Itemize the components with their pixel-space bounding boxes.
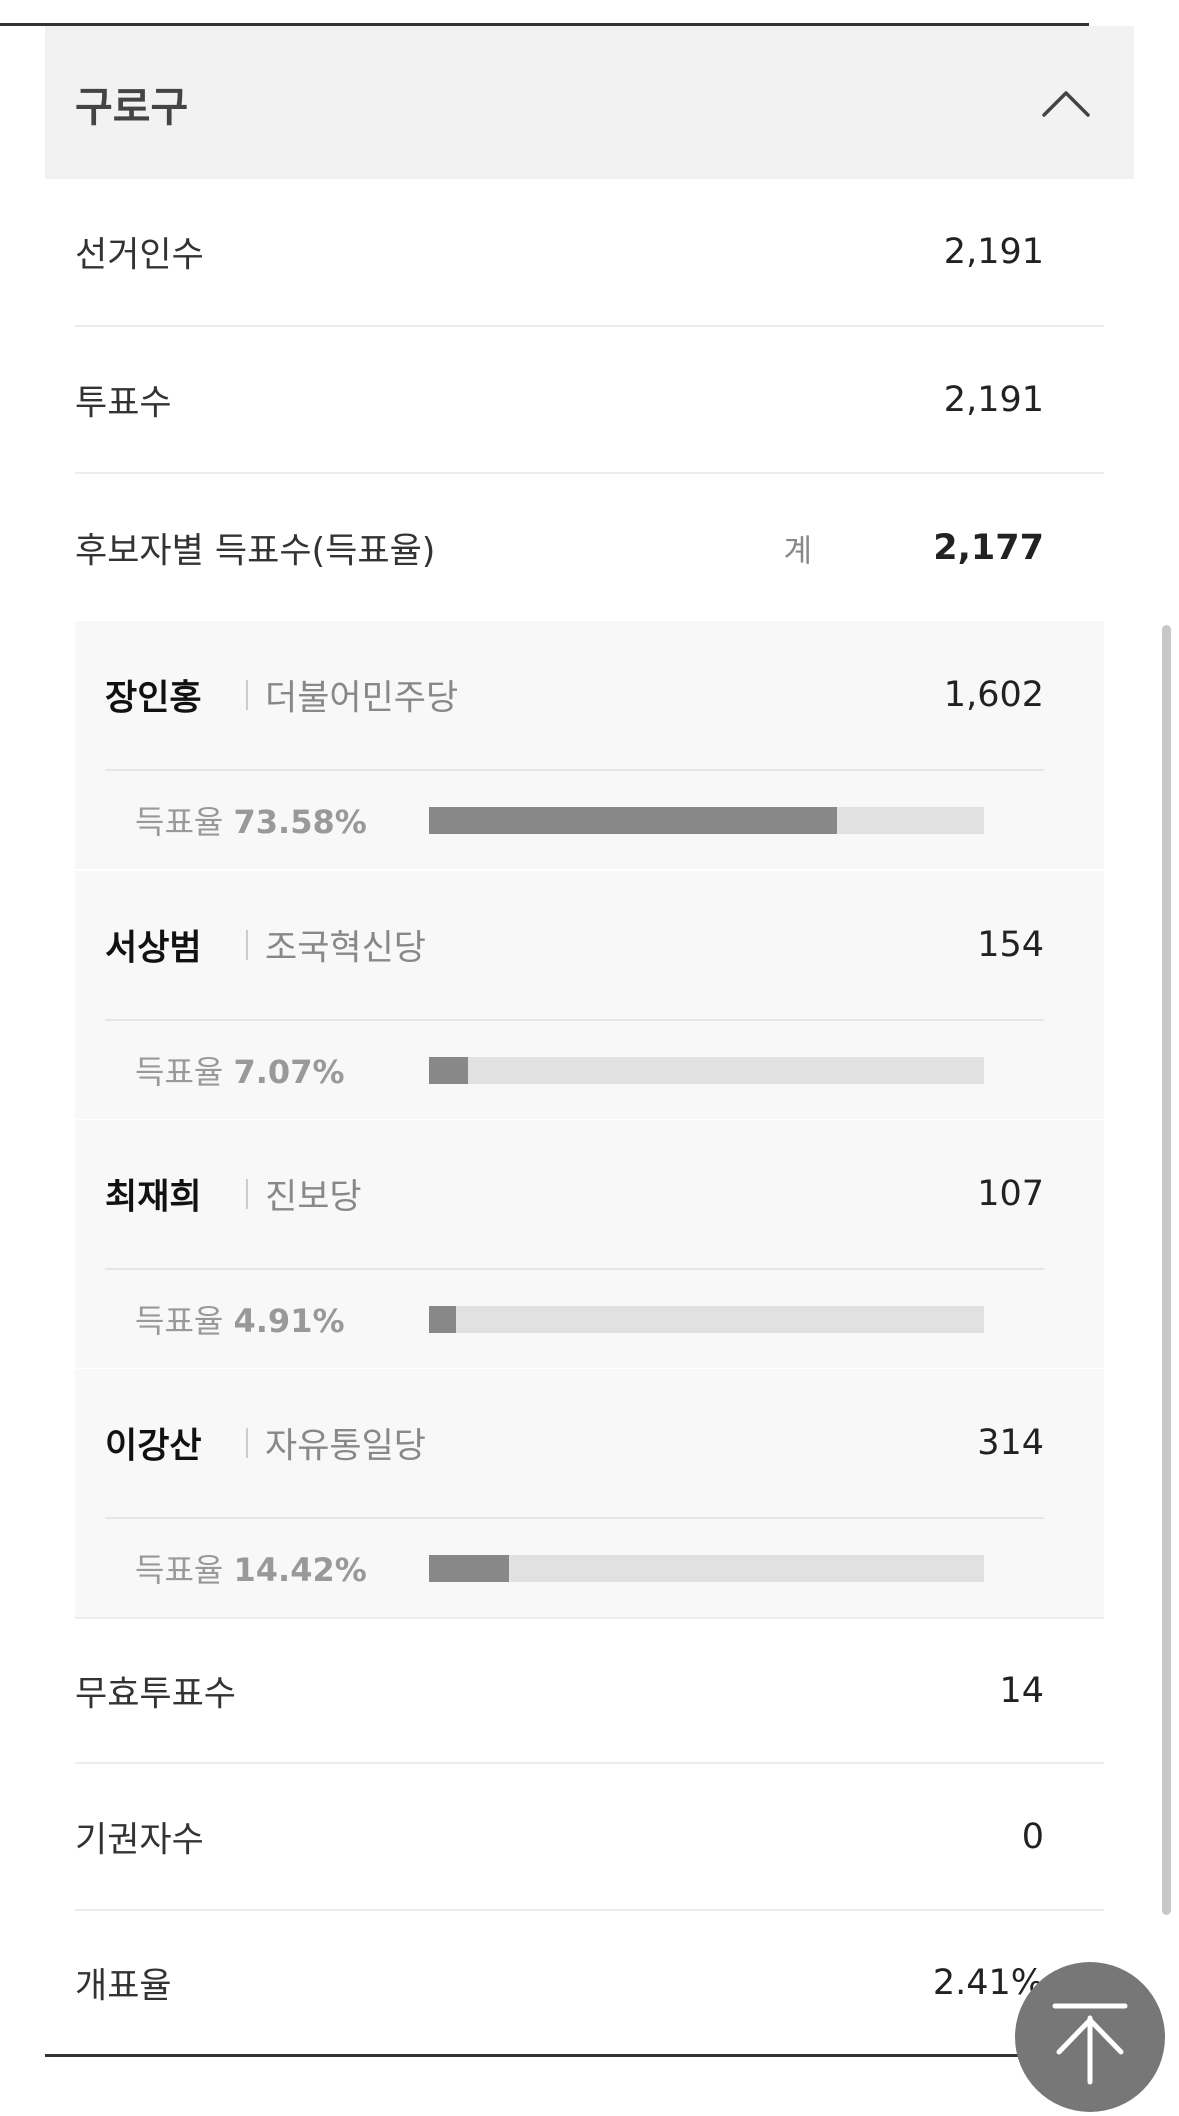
stat-label: 기권자수 bbox=[75, 1820, 204, 1860]
chevron-up-icon[interactable] bbox=[1038, 83, 1094, 123]
vote-rate-value: 7.07% bbox=[233, 1053, 345, 1091]
vote-rate-bar-fill bbox=[429, 1057, 469, 1084]
candidate-name: 최재희 bbox=[105, 1177, 202, 1218]
candidate-name: 이강산 bbox=[105, 1426, 202, 1467]
candidate-card: 서상범 조국혁신당 154 득표율 7.07% bbox=[75, 871, 1104, 1119]
stat-row-electorate: 선거인수 2,191 bbox=[75, 179, 1104, 327]
vote-rate-value: 4.91% bbox=[233, 1302, 345, 1340]
name-separator bbox=[246, 1179, 248, 1209]
candidate-party: 진보당 bbox=[265, 1177, 362, 1218]
candidate-header: 이강산 자유통일당 314 bbox=[75, 1369, 1104, 1517]
candidate-divider bbox=[105, 769, 1044, 771]
total-label: 계 bbox=[783, 533, 812, 569]
stat-row-abstain: 기권자수 0 bbox=[75, 1764, 1104, 1911]
stat-label: 개표율 bbox=[75, 1966, 172, 2006]
candidate-header: 장인홍 더불어민주당 1,602 bbox=[75, 621, 1104, 769]
name-separator bbox=[246, 1428, 248, 1458]
candidate-party: 자유통일당 bbox=[265, 1426, 427, 1467]
arrow-up-icon bbox=[1052, 2003, 1128, 2085]
candidate-card: 이강산 자유통일당 314 득표율 14.42% bbox=[75, 1369, 1104, 1617]
candidate-header: 서상범 조국혁신당 154 bbox=[75, 871, 1104, 1019]
vote-rate-value: 14.42% bbox=[233, 1551, 367, 1589]
stat-value: 2,191 bbox=[943, 232, 1044, 272]
vote-rate-bar bbox=[429, 1057, 984, 1084]
vote-rate-bar-fill bbox=[429, 1555, 510, 1582]
vote-rate-label: 득표율 bbox=[135, 1302, 224, 1340]
stat-row-turnout: 투표수 2,191 bbox=[75, 327, 1104, 474]
vote-rate-bar bbox=[429, 807, 984, 834]
region-title: 구로구 bbox=[75, 82, 189, 131]
candidate-party: 조국혁신당 bbox=[265, 928, 427, 969]
candidate-divider bbox=[105, 1019, 1044, 1021]
vote-rate-bar-fill bbox=[429, 1306, 457, 1333]
vote-rate: 득표율 7.07% bbox=[135, 1047, 345, 1093]
total-value: 2,177 bbox=[933, 527, 1044, 568]
vote-rate-label: 득표율 bbox=[135, 803, 224, 841]
stat-label: 투표수 bbox=[75, 383, 172, 423]
candidate-header: 최재희 진보당 107 bbox=[75, 1120, 1104, 1268]
candidate-votes: 314 bbox=[977, 1423, 1044, 1463]
scrollbar[interactable] bbox=[1162, 625, 1171, 1915]
candidate-party: 더불어민주당 bbox=[265, 678, 459, 719]
vote-rate: 득표율 4.91% bbox=[135, 1296, 345, 1342]
vote-rate-bar-fill bbox=[429, 807, 838, 834]
stat-label: 무효투표수 bbox=[75, 1674, 237, 1714]
vote-rate: 득표율 14.42% bbox=[135, 1545, 367, 1591]
stat-label: 후보자별 득표수(득표율) bbox=[75, 531, 436, 571]
candidate-card: 최재희 진보당 107 득표율 4.91% bbox=[75, 1120, 1104, 1368]
candidate-name: 장인홍 bbox=[105, 678, 202, 719]
stat-value: 0 bbox=[1021, 1816, 1044, 1857]
vote-rate-bar bbox=[429, 1555, 984, 1582]
stat-value: 14 bbox=[999, 1670, 1044, 1711]
vote-rate-bar bbox=[429, 1306, 984, 1333]
bottom-rule bbox=[45, 2054, 1134, 2057]
candidate-votes: 154 bbox=[977, 925, 1044, 965]
stat-row-candidate-votes: 후보자별 득표수(득표율) 계 2,177 bbox=[75, 474, 1104, 621]
vote-rate-value: 73.58% bbox=[233, 803, 367, 841]
region-header[interactable]: 구로구 bbox=[45, 26, 1134, 179]
candidate-card: 장인홍 더불어민주당 1,602 득표율 73.58% bbox=[75, 621, 1104, 869]
vote-rate: 득표율 73.58% bbox=[135, 797, 367, 843]
stat-row-counted: 개표율 2.41% bbox=[75, 1911, 1104, 2054]
scroll-to-top-button[interactable] bbox=[1015, 1962, 1165, 2112]
stat-label: 선거인수 bbox=[75, 235, 204, 276]
vote-rate-label: 득표율 bbox=[135, 1551, 224, 1589]
name-separator bbox=[246, 680, 248, 710]
vote-rate-label: 득표율 bbox=[135, 1053, 224, 1091]
candidate-votes: 107 bbox=[977, 1174, 1044, 1214]
candidate-name: 서상범 bbox=[105, 928, 202, 969]
candidate-divider bbox=[105, 1268, 1044, 1270]
name-separator bbox=[246, 930, 248, 960]
stat-value: 2,191 bbox=[943, 379, 1044, 420]
candidate-divider bbox=[105, 1517, 1044, 1519]
stat-row-invalid: 무효투표수 14 bbox=[75, 1617, 1104, 1764]
candidate-votes: 1,602 bbox=[943, 675, 1044, 715]
